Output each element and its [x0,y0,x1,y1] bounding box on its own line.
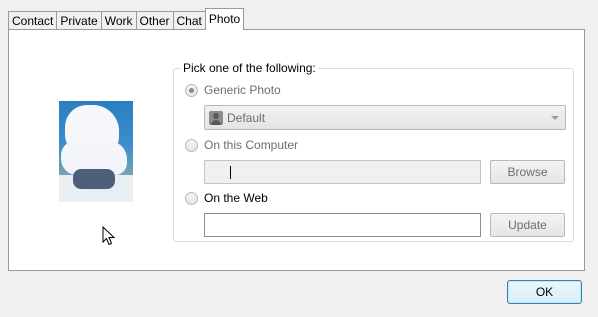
ok-button-label: OK [535,285,554,299]
ok-button[interactable]: OK [507,280,582,304]
tab-other-label: Other [139,14,170,28]
tab-strip: Contact Private Work Other Chat Photo [8,8,245,30]
tab-private[interactable]: Private [56,11,102,30]
photo-source-group: Pick one of the following: Generic Photo… [173,61,574,242]
tab-work[interactable]: Work [100,11,137,30]
generic-photo-radio[interactable] [185,83,198,97]
browse-button-label: Browse [507,165,548,179]
generic-photo-select-value: Default [227,110,266,125]
photo-face [73,169,115,189]
on-this-computer-label: On this Computer [204,138,299,152]
chevron-down-icon [551,116,559,120]
tab-photo[interactable]: Photo [204,8,245,30]
computer-file-path-field[interactable] [204,160,481,184]
on-the-web-radio[interactable] [185,191,198,205]
generic-photo-select[interactable]: Default [204,105,566,130]
tab-contact-label: Contact [12,14,54,28]
generic-photo-label: Generic Photo [204,83,281,97]
group-legend: Pick one of the following: [181,61,318,75]
photo-tab-panel: Pick one of the following: Generic Photo… [8,29,585,271]
contact-photo-preview [59,101,133,202]
on-this-computer-radio[interactable] [185,138,198,152]
update-button-label: Update [508,218,547,232]
mouse-pointer-icon [102,226,116,246]
tab-chat-label: Chat [176,14,202,28]
tab-other[interactable]: Other [135,11,174,30]
tab-photo-label: Photo [208,12,241,26]
web-url-field[interactable] [204,213,481,237]
on-the-web-option[interactable]: On the Web [185,191,268,205]
generic-photo-option[interactable]: Generic Photo [185,83,281,97]
tab-chat[interactable]: Chat [172,11,206,30]
text-caret [230,166,231,179]
update-button[interactable]: Update [490,213,565,237]
browse-button[interactable]: Browse [490,160,565,184]
on-this-computer-option[interactable]: On this Computer [185,138,298,152]
tab-contact[interactable]: Contact [8,11,58,30]
tab-private-label: Private [60,14,98,28]
on-the-web-label: On the Web [204,191,268,205]
person-silhouette-icon [209,110,223,125]
tab-work-label: Work [104,14,133,28]
